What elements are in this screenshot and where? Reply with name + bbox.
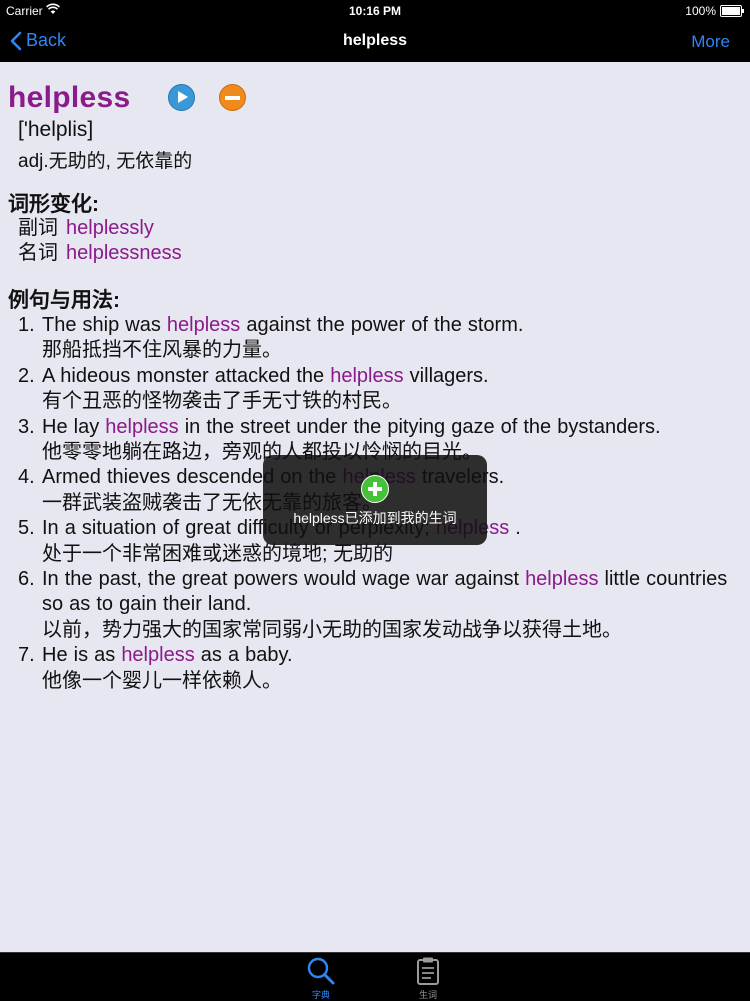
play-pronunciation-button[interactable] bbox=[168, 84, 195, 111]
tab-bar: 字典 生词 bbox=[0, 952, 750, 1001]
search-icon bbox=[307, 957, 335, 985]
clock: 10:16 PM bbox=[348, 4, 402, 18]
navigation-bar: Back helpless More bbox=[0, 22, 750, 62]
example-number: 2. bbox=[18, 364, 35, 387]
example-item: 1. The ship was helpless against the pow… bbox=[18, 313, 738, 364]
examples-heading: 例句与用法: bbox=[8, 289, 120, 312]
tab-dictionary-label: 字典 bbox=[311, 990, 330, 1000]
form-word[interactable]: helplessly bbox=[66, 217, 154, 239]
example-chinese: 处于一个非常困难或迷惑的境地; 无助的 bbox=[42, 542, 394, 565]
more-button[interactable]: More bbox=[691, 32, 730, 52]
plus-circle-icon bbox=[361, 475, 389, 503]
example-english: He lay helpless in the street under the … bbox=[42, 415, 661, 438]
example-english: He is as helpless as a baby. bbox=[42, 644, 293, 667]
example-number: 7. bbox=[18, 644, 35, 667]
example-number: 4. bbox=[18, 466, 35, 489]
battery-icon bbox=[720, 5, 744, 17]
example-english: In the past, the great powers would wage… bbox=[42, 568, 728, 616]
back-button[interactable]: Back bbox=[10, 30, 66, 51]
example-english: The ship was helpless against the power … bbox=[42, 314, 524, 336]
definition: adj.无助的, 无依靠的 bbox=[18, 151, 193, 172]
toast-message: helpless已添加到我的生词 bbox=[293, 510, 457, 526]
tab-dictionary[interactable]: 字典 bbox=[291, 956, 351, 1000]
example-number: 3. bbox=[18, 415, 35, 438]
example-item: 2. A hideous monster attacked the helple… bbox=[18, 364, 738, 415]
chevron-left-icon bbox=[10, 31, 22, 50]
form-item: 副词 helplessly bbox=[18, 216, 182, 241]
example-number: 6. bbox=[18, 568, 35, 591]
form-type: 副词 bbox=[18, 217, 58, 239]
example-number: 1. bbox=[18, 314, 35, 336]
remove-from-vocab-button[interactable] bbox=[219, 84, 246, 111]
word-forms: 副词 helplessly 名词 helplessness bbox=[18, 216, 182, 266]
example-item: 6. In the past, the great powers would w… bbox=[18, 567, 738, 643]
highlighted-word: helpless bbox=[330, 364, 404, 387]
added-to-vocab-toast: helpless已添加到我的生词 bbox=[263, 455, 487, 545]
clipboard-icon bbox=[417, 957, 439, 985]
example-chinese: 有个丑恶的怪物袭击了手无寸铁的村民。 bbox=[42, 390, 402, 413]
highlighted-word: helpless bbox=[105, 415, 179, 438]
back-label: Back bbox=[26, 30, 67, 50]
form-item: 名词 helplessness bbox=[18, 241, 182, 266]
example-item: 7. He is as helpless as a baby. 他像一个婴儿一样… bbox=[18, 643, 738, 694]
example-chinese: 那船抵挡不住风暴的力量。 bbox=[42, 339, 282, 362]
forms-heading: 词形变化: bbox=[8, 193, 99, 216]
highlighted-word: helpless bbox=[121, 644, 195, 667]
battery-percent: 100% bbox=[685, 4, 716, 18]
phonetic: ['helplis] bbox=[18, 118, 94, 141]
status-bar: Carrier 10:16 PM 100% bbox=[0, 0, 750, 22]
form-type: 名词 bbox=[18, 242, 58, 264]
headword-row: helpless bbox=[8, 80, 130, 116]
tab-vocabulary[interactable]: 生词 bbox=[398, 956, 458, 1000]
headword: helpless bbox=[8, 81, 131, 114]
form-word[interactable]: helplessness bbox=[66, 242, 182, 264]
highlighted-word: helpless bbox=[166, 314, 241, 336]
example-chinese: 以前，势力强大的国家常同弱小无助的国家发动战争以获得土地。 bbox=[42, 618, 622, 641]
example-chinese: 他像一个婴儿一样依赖人。 bbox=[42, 669, 282, 692]
example-english: A hideous monster attacked the helpless … bbox=[42, 364, 489, 387]
example-number: 5. bbox=[18, 517, 35, 540]
highlighted-word: helpless bbox=[525, 568, 599, 591]
tab-vocabulary-label: 生词 bbox=[418, 990, 437, 1000]
page-title: helpless bbox=[342, 32, 408, 49]
